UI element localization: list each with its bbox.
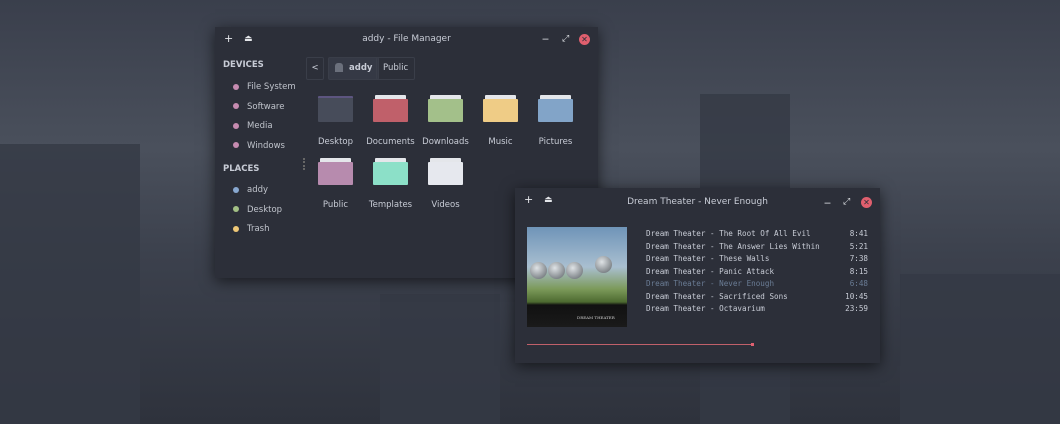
bullet-icon: [233, 186, 239, 193]
track-duration: 23:59: [845, 304, 868, 313]
music-player-window: + ⏏ Dream Theater - Never Enough ‒ ⤢ ✕ D…: [515, 188, 880, 363]
folder-icon: [318, 158, 353, 185]
sidebar-item-label: Media: [247, 121, 273, 131]
folder-label: Pictures: [538, 137, 573, 147]
folder-icon: [428, 158, 463, 185]
folder-icon: [373, 95, 408, 122]
titlebar: + ⏏ Dream Theater - Never Enough ‒ ⤢ ✕: [515, 188, 880, 214]
track-duration: 7:38: [849, 254, 868, 263]
track-title: Dream Theater - The Answer Lies Within: [646, 241, 820, 251]
track-row[interactable]: Dream Theater - Octavarium 23:59: [646, 304, 868, 316]
devices-heading: DEVICES: [223, 60, 264, 70]
folder-label: Videos: [431, 200, 460, 210]
track-row[interactable]: Dream Theater - Sacrificed Sons 10:45: [646, 292, 868, 304]
track-duration: 8:15: [849, 266, 868, 276]
sidebar-item-label: Windows: [247, 140, 285, 151]
folder-icon: [428, 95, 463, 122]
sidebar-resize-handle[interactable]: [303, 158, 305, 170]
track-title: Dream Theater - Panic Attack: [646, 266, 775, 276]
bullet-icon: [233, 122, 239, 129]
track-title: Dream Theater - These Walls: [646, 254, 770, 263]
track-title: Dream Theater - Sacrificed Sons: [646, 291, 788, 301]
sidebar-item-windows[interactable]: Windows: [233, 141, 285, 151]
home-icon: [335, 63, 343, 72]
close-icon[interactable]: ✕: [861, 197, 872, 208]
sidebar-item-file-system[interactable]: File System: [233, 82, 296, 92]
track-title: Dream Theater - The Root Of All Evil: [646, 229, 811, 238]
sidebar-item-trash[interactable]: Trash: [233, 224, 269, 234]
breadcrumb-addy[interactable]: addy: [328, 57, 380, 80]
sidebar-item-media[interactable]: Media: [233, 121, 273, 131]
track-row[interactable]: Dream Theater - These Walls 7:38: [646, 254, 868, 266]
folder-videos[interactable]: Videos: [418, 158, 473, 210]
minimize-icon[interactable]: ‒: [824, 197, 831, 209]
places-heading: PLACES: [223, 164, 260, 174]
bullet-icon: [233, 225, 239, 232]
folder-pictures[interactable]: Pictures: [528, 95, 583, 147]
folder-icon: [373, 158, 408, 185]
track-row[interactable]: Dream Theater - The Answer Lies Within 5:…: [646, 242, 868, 254]
sidebar-item-label: Software: [247, 101, 285, 112]
window-title: addy - File Manager: [362, 34, 451, 44]
close-icon[interactable]: ✕: [579, 34, 590, 45]
progress-handle[interactable]: [751, 343, 755, 346]
track-duration: 6:48: [849, 279, 868, 288]
track-row[interactable]: Dream Theater - Panic Attack 8:15: [646, 267, 868, 279]
album-art-text: DREAM THEATER: [577, 315, 615, 320]
track-title: Dream Theater - Octavarium: [646, 304, 765, 313]
back-button[interactable]: <: [306, 57, 324, 80]
minimize-icon[interactable]: ‒: [542, 33, 549, 45]
folder-icon: [483, 95, 518, 122]
track-duration: 5:21: [849, 241, 868, 251]
track-row[interactable]: Dream Theater - The Root Of All Evil 8:41: [646, 229, 868, 241]
track-duration: 8:41: [849, 229, 868, 238]
breadcrumb-public[interactable]: Public: [376, 57, 416, 80]
folder-icon: [538, 95, 573, 122]
sidebar-item-label: File System: [247, 82, 296, 92]
titlebar: + ⏏ addy - File Manager ‒ ⤢ ✕: [215, 27, 598, 53]
bullet-icon: [233, 206, 239, 212]
track-title: Dream Theater - Never Enough: [646, 279, 775, 288]
sidebar-item-desktop[interactable]: Desktop: [233, 205, 282, 215]
progress-fill: [527, 344, 753, 345]
track-duration: 10:45: [845, 291, 868, 301]
sidebar-item-label: Trash: [247, 224, 270, 234]
maximize-icon[interactable]: ⤢: [843, 196, 850, 208]
sidebar-item-software[interactable]: Software: [233, 102, 284, 112]
track-row-current[interactable]: Dream Theater - Never Enough 6:48: [646, 279, 868, 291]
sidebar-item-label: Desktop: [247, 204, 283, 215]
bullet-icon: [233, 142, 239, 148]
bullet-icon: [233, 103, 239, 109]
album-art: DREAM THEATER: [527, 227, 627, 327]
maximize-icon[interactable]: ⤢: [562, 33, 569, 45]
sidebar-item-label: addy: [247, 185, 269, 195]
folder-icon: [318, 95, 353, 122]
progress-bar[interactable]: [527, 343, 868, 346]
bullet-icon: [233, 83, 239, 90]
breadcrumb-label: addy: [349, 63, 373, 73]
sidebar-item-addy[interactable]: addy: [233, 185, 268, 195]
